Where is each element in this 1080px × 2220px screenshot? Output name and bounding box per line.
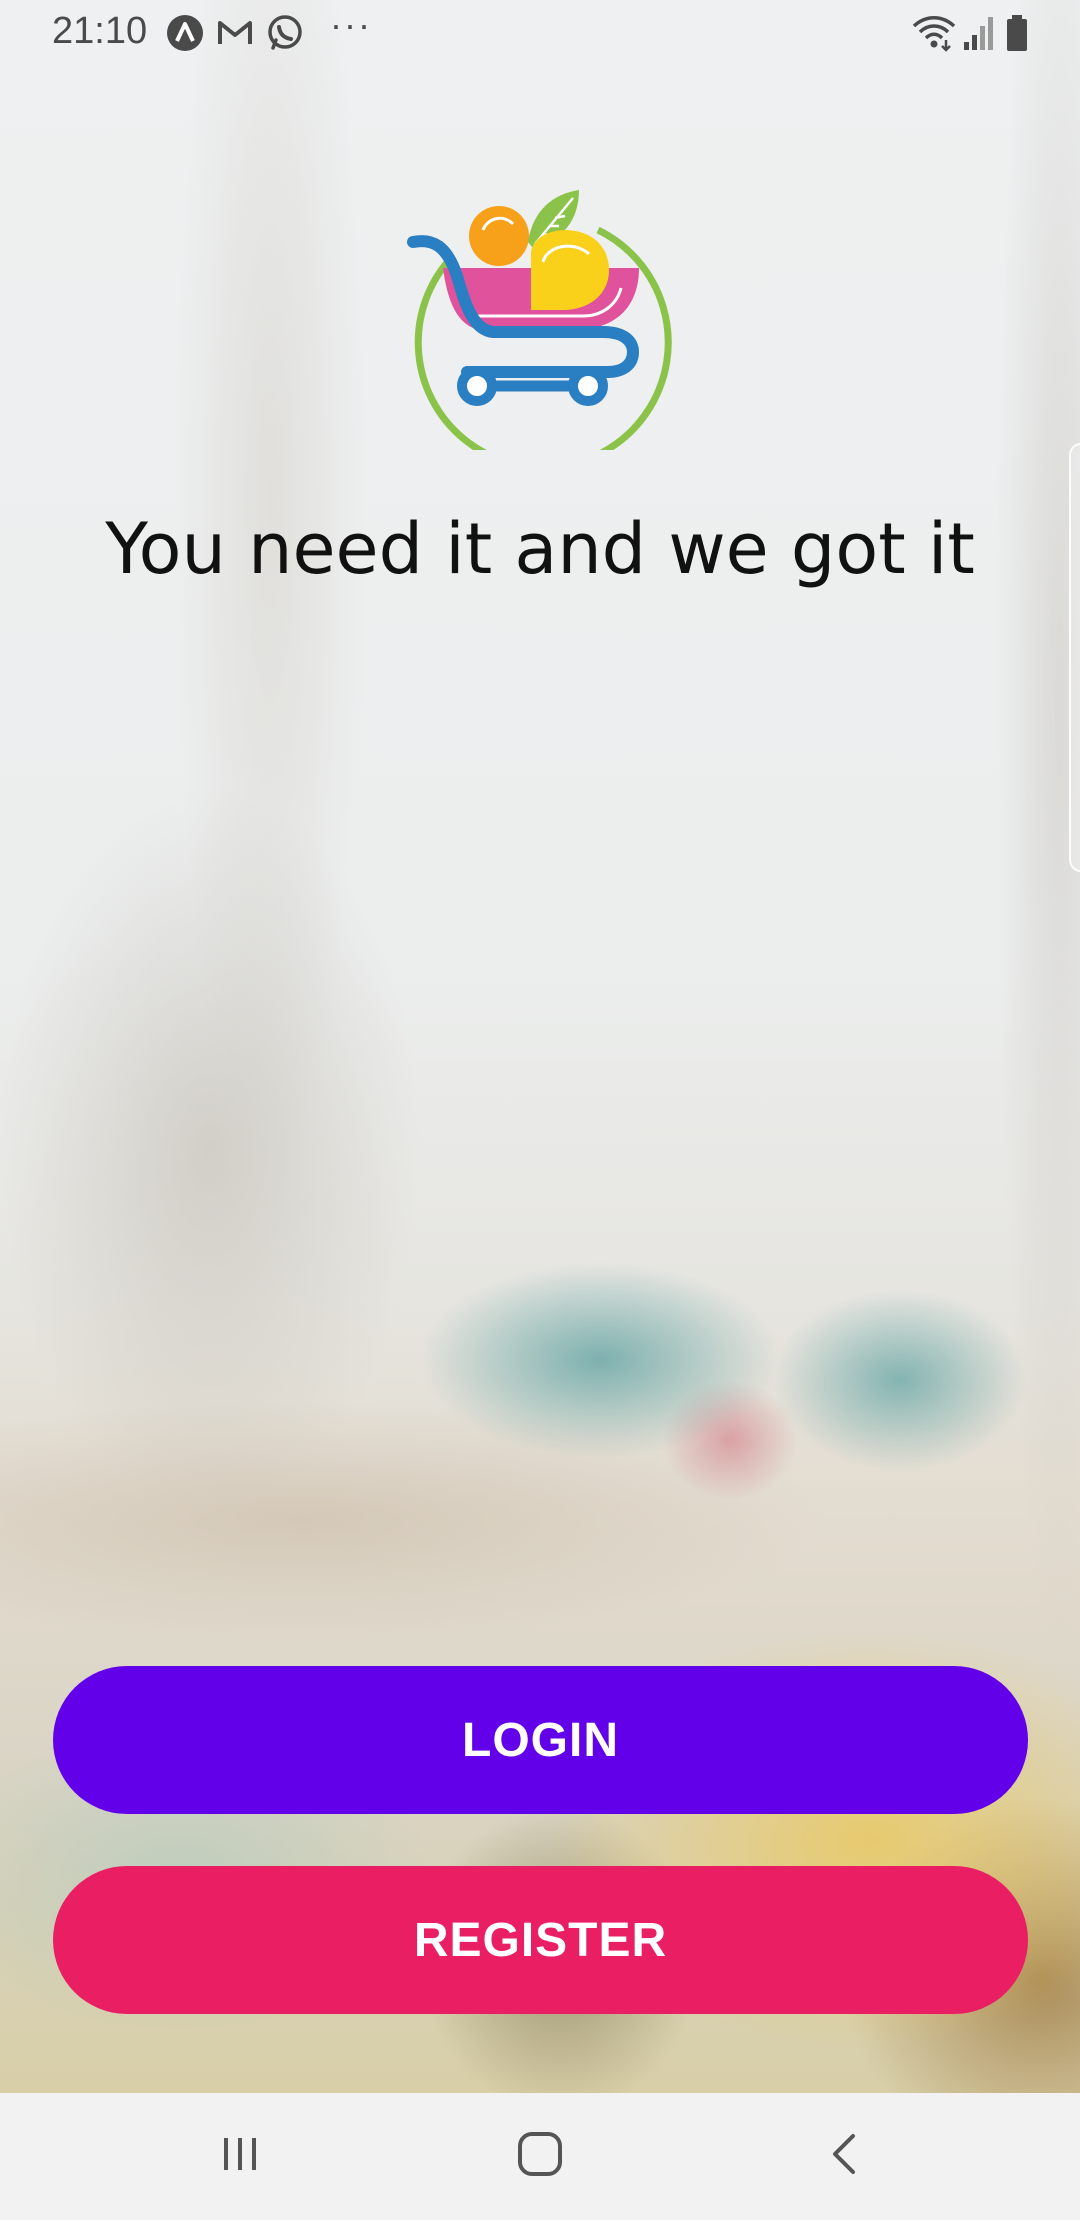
battery-icon: [1004, 14, 1030, 52]
wifi-icon: [912, 14, 956, 52]
status-time: 21:10: [52, 10, 148, 52]
whatsapp-icon: [266, 14, 304, 52]
home-button[interactable]: [500, 2121, 580, 2191]
back-icon: [823, 2130, 867, 2183]
register-button[interactable]: REGISTER: [53, 1866, 1028, 2014]
back-button[interactable]: [805, 2121, 885, 2191]
login-button[interactable]: LOGIN: [53, 1666, 1028, 1814]
tagline-text: You need it and we got it: [105, 508, 975, 590]
shopping-cart-logo-icon: [403, 180, 673, 471]
home-icon: [516, 2130, 564, 2183]
more-notifications-icon: ···: [330, 4, 372, 45]
recent-apps-button[interactable]: [200, 2121, 280, 2191]
signal-icon: [962, 14, 996, 52]
arc-icon: [166, 14, 204, 52]
status-bar: 21:10 ···: [0, 0, 1080, 64]
screen: 21:10 ··· You need it and we got it LOGI…: [0, 0, 1080, 2220]
edge-panel-handle[interactable]: [1069, 443, 1080, 872]
recent-apps-icon: [218, 2132, 262, 2181]
navigation-bar: [0, 2093, 1080, 2220]
gmail-icon: [216, 14, 254, 52]
